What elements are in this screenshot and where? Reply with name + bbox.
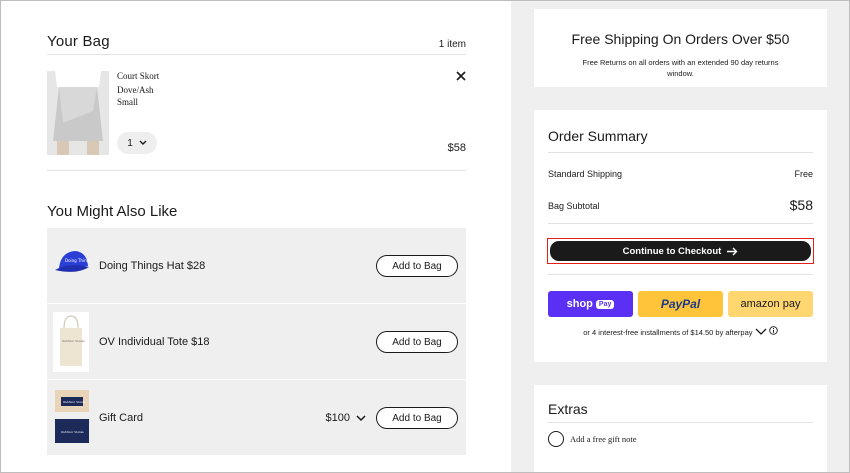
add-gift-card-to-bag-button[interactable]: Add to Bag [376, 407, 458, 429]
recommendation-row-gift-card: Outdoor Voices Outdoor Voices Gift Card … [47, 380, 466, 455]
summary-divider [548, 274, 813, 275]
order-summary-card: Order Summary Standard Shipping Free Bag… [534, 110, 827, 362]
shop-pay-button[interactable]: shop Pay [548, 291, 633, 317]
summary-divider [548, 223, 813, 224]
shipping-banner: Free Shipping On Orders Over $50 Free Re… [534, 9, 827, 87]
info-icon[interactable] [768, 326, 778, 335]
bag-item-count: 1 item [438, 39, 466, 50]
shop-pay-badge: Pay [595, 299, 615, 309]
page-frame: Your Bag 1 item Court Skort Dove/Ash Sma… [0, 0, 850, 473]
gift-note-checkbox[interactable] [548, 431, 564, 447]
recommendation-row-tote: Outdoor Voices OV Individual Tote $18 Ad… [47, 304, 466, 379]
gift-card-amount-select[interactable]: $100 [326, 412, 366, 424]
bag-divider [47, 54, 466, 55]
product-size: Small [117, 97, 139, 107]
checkout-label: Continue to Checkout [622, 245, 722, 257]
add-tote-to-bag-button[interactable]: Add to Bag [376, 331, 458, 353]
extras-card: Extras Add a free gift note [534, 385, 827, 472]
product-color: Dove/Ash [117, 85, 154, 95]
remove-item-button[interactable] [456, 68, 466, 84]
afterpay-info: or 4 interest-free installments of $14.5… [534, 326, 827, 337]
arrow-right-icon [727, 247, 738, 255]
checkout-highlight: Continue to Checkout [547, 238, 814, 264]
svg-text:Outdoor Voices: Outdoor Voices [62, 339, 85, 343]
close-icon [456, 71, 466, 81]
shop-pay-label: shop [566, 298, 593, 310]
paypal-label: PayPal [660, 297, 701, 311]
shipping-banner-title: Free Shipping On Orders Over $50 [571, 31, 790, 47]
summary-divider [548, 152, 813, 153]
chevron-down-icon [139, 140, 147, 145]
gift-card-label[interactable]: Gift Card [99, 412, 143, 424]
recommendation-row-hat: Doing Things Doing Things Hat $28 Add to… [47, 228, 466, 303]
tote-label[interactable]: OV Individual Tote $18 [99, 336, 209, 348]
recommendations-title: You Might Also Like [47, 203, 178, 220]
subtotal-value: $58 [789, 197, 813, 213]
order-summary-title: Order Summary [548, 128, 648, 144]
svg-text:Outdoor Voices: Outdoor Voices [63, 400, 86, 404]
chevron-down-icon [356, 414, 366, 421]
gift-card-image[interactable]: Outdoor Voices Outdoor Voices [53, 390, 91, 446]
shipping-value: Free [794, 169, 813, 179]
svg-text:Doing Things: Doing Things [65, 258, 91, 263]
amazon-pay-label: amazon pay [740, 298, 801, 310]
afterpay-text: or 4 interest-free installments of $14.5… [583, 328, 753, 337]
tote-image[interactable]: Outdoor Voices [53, 312, 89, 372]
quantity-select[interactable]: 1 [117, 132, 157, 154]
product-price: $58 [447, 142, 466, 154]
shipping-label: Standard Shipping [548, 169, 623, 179]
shipping-banner-subtitle: Free Returns on all orders with an exten… [582, 58, 779, 78]
subtotal-label: Bag Subtotal [548, 201, 600, 211]
paypal-button[interactable]: PayPal [638, 291, 723, 317]
hat-image[interactable]: Doing Things [53, 248, 93, 278]
extras-title: Extras [548, 401, 588, 417]
bag-column: Your Bag 1 item Court Skort Dove/Ash Sma… [1, 1, 511, 472]
gift-note-label[interactable]: Add a free gift note [570, 434, 637, 444]
product-image[interactable] [47, 71, 109, 155]
add-hat-to-bag-button[interactable]: Add to Bag [376, 255, 458, 277]
bag-bottom-divider [47, 170, 466, 171]
svg-text:Outdoor Voices: Outdoor Voices [61, 430, 84, 434]
product-name[interactable]: Court Skort [117, 71, 159, 81]
extras-divider [548, 422, 813, 423]
hat-label[interactable]: Doing Things Hat $28 [99, 260, 205, 272]
continue-to-checkout-button[interactable]: Continue to Checkout [550, 241, 811, 261]
gift-card-amount: $100 [325, 412, 350, 424]
quantity-value: 1 [127, 137, 133, 149]
afterpay-logo-icon [755, 328, 767, 335]
amazon-pay-button[interactable]: amazon pay [728, 291, 813, 317]
bag-title: Your Bag [47, 33, 110, 50]
